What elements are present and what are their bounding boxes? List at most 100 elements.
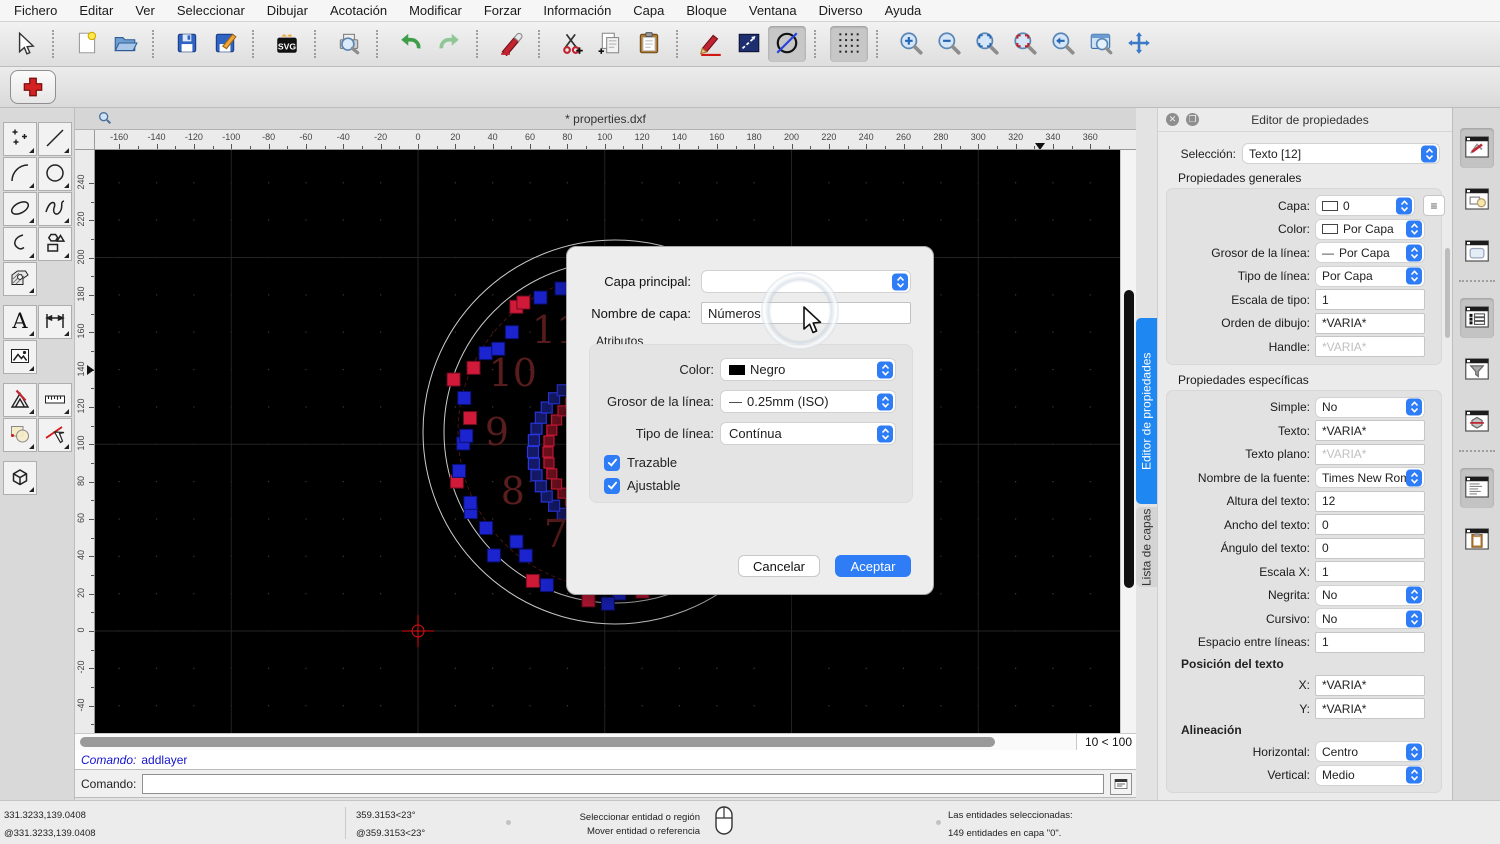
dropdown-stepper[interactable] [877, 425, 893, 442]
paste-button[interactable] [630, 26, 668, 62]
dropdown-stepper[interactable] [877, 361, 893, 378]
dock-view-list-button[interactable] [1460, 232, 1494, 272]
document-titlebar[interactable]: * properties.dxf [75, 108, 1136, 130]
panel-scrollbar-thumb[interactable] [1445, 248, 1450, 338]
dropdown-stepper[interactable] [1406, 469, 1422, 486]
prop-field-texto[interactable]: *VARIA* [1315, 420, 1425, 441]
zoom-previous-button[interactable] [1044, 26, 1082, 62]
add-entity-button[interactable] [10, 70, 56, 104]
menu-editar[interactable]: Editar [79, 3, 113, 18]
save-as-button[interactable] [206, 26, 244, 62]
zoom-select-button[interactable] [1006, 26, 1044, 62]
dropdown-stepper[interactable] [1406, 244, 1422, 261]
prop-field-handle[interactable]: *VARIA* [1315, 336, 1425, 357]
prop-field-y[interactable]: *VARIA* [1315, 698, 1425, 719]
prop-field-espacio-entre-lineas[interactable]: 1 [1315, 632, 1425, 653]
menu-ver[interactable]: Ver [135, 3, 155, 18]
vertical-scrollbar-thumb[interactable] [1124, 290, 1134, 588]
menu-fichero[interactable]: Fichero [14, 3, 57, 18]
dropdown-stepper[interactable] [1406, 221, 1422, 238]
panel-float-icon[interactable]: ❐ [1186, 113, 1199, 126]
prop-field-cursivo[interactable]: No [1315, 608, 1425, 629]
new-file-button[interactable] [68, 26, 106, 62]
cancel-button[interactable]: Cancelar [738, 555, 820, 577]
delete-entity-button[interactable] [492, 26, 530, 62]
dock-command-line-button[interactable] [1460, 468, 1494, 508]
zoom-window-button[interactable] [1082, 26, 1120, 62]
command-input[interactable] [142, 774, 1104, 794]
panel-close-icon[interactable]: ✕ [1166, 113, 1179, 126]
print-preview-button[interactable] [330, 26, 368, 62]
cad-tools-tool[interactable] [3, 383, 37, 417]
prop-field-escala-de-tipo[interactable]: 1 [1315, 289, 1425, 310]
dropdown-stepper[interactable] [1396, 197, 1412, 214]
command-options-button[interactable] [1110, 773, 1132, 795]
copy-button[interactable] [592, 26, 630, 62]
prop-field-ancho-del-texto[interactable]: 0 [1315, 514, 1425, 535]
menu-forzar[interactable]: Forzar [484, 3, 522, 18]
prop-field-horizontal[interactable]: Centro [1315, 741, 1425, 762]
save-button[interactable] [168, 26, 206, 62]
prop-field-angulo-del-texto[interactable]: 0 [1315, 538, 1425, 559]
dock-layer-list-button[interactable] [1460, 298, 1494, 338]
ellipse-tool[interactable] [3, 192, 37, 226]
prop-field-capa[interactable]: 0 [1315, 195, 1415, 216]
dropdown-stepper[interactable] [1421, 145, 1437, 162]
grid-toggle-button[interactable] [830, 26, 868, 62]
vertical-scrollbar[interactable] [1120, 150, 1136, 733]
undo-button[interactable] [392, 26, 430, 62]
arc-tool[interactable] [3, 157, 37, 191]
accept-button[interactable]: Aceptar [835, 555, 911, 577]
layer-menu-button[interactable]: ≡ [1423, 195, 1445, 216]
select-entity-tool[interactable] [38, 418, 72, 452]
dropdown-stepper[interactable] [1406, 767, 1422, 784]
color-select[interactable]: Negro [720, 358, 896, 381]
svg-export-button[interactable]: SVG [268, 26, 306, 62]
dimension-tool[interactable] [38, 305, 72, 339]
open-folder-button[interactable] [106, 26, 144, 62]
prop-field-tipo-de-linea[interactable]: Por Capa [1315, 266, 1425, 287]
prop-field-nombre-de-la-fuente[interactable]: Times New Roma [1315, 467, 1425, 488]
points-tool[interactable] [3, 122, 37, 156]
measure-tool[interactable] [38, 383, 72, 417]
prop-field-simple[interactable]: No [1315, 397, 1425, 418]
prop-field-orden-de-dibujo[interactable]: *VARIA* [1315, 313, 1425, 334]
menu-informacion[interactable]: Información [543, 3, 611, 18]
prop-field-negrita[interactable]: No [1315, 585, 1425, 606]
dropdown-stepper[interactable] [1406, 743, 1422, 760]
horizontal-scrollbar[interactable] [75, 733, 1077, 750]
prop-field-x[interactable]: *VARIA* [1315, 675, 1425, 696]
snappable-checkbox[interactable] [604, 478, 620, 494]
prop-field-color[interactable]: Por Capa [1315, 219, 1425, 240]
line-tool[interactable] [38, 122, 72, 156]
selection-select[interactable]: Texto [12] [1242, 143, 1440, 164]
prop-field-texto-plano[interactable]: *VARIA* [1315, 444, 1425, 465]
dropdown-stepper[interactable] [1406, 268, 1422, 285]
menu-seleccionar[interactable]: Seleccionar [177, 3, 245, 18]
text-tool[interactable]: A [3, 305, 37, 339]
tab-layer-list[interactable]: Lista de capas [1136, 507, 1157, 587]
prop-field-altura-del-texto[interactable]: 12 [1315, 491, 1425, 512]
menu-dibujar[interactable]: Dibujar [267, 3, 308, 18]
dock-block-list-button[interactable] [1460, 180, 1494, 220]
linetype-select[interactable]: Contínua [720, 422, 896, 445]
zoom-pan-button[interactable] [1120, 26, 1158, 62]
menu-acotacion[interactable]: Acotación [330, 3, 387, 18]
menu-bloque[interactable]: Bloque [686, 3, 726, 18]
cut-button[interactable] [554, 26, 592, 62]
pointer-button[interactable] [6, 26, 44, 62]
polyline-tool[interactable] [3, 227, 37, 261]
prop-field-grosor-de-la-linea[interactable]: —Por Capa [1315, 242, 1425, 263]
menu-ayuda[interactable]: Ayuda [885, 3, 922, 18]
dock-selection-filter-button[interactable] [1460, 350, 1494, 390]
draw-pencil-button[interactable] [692, 26, 730, 62]
circle-tool[interactable] [38, 157, 72, 191]
menu-ventana[interactable]: Ventana [749, 3, 797, 18]
tab-property-editor[interactable]: Editor de propiedades [1136, 318, 1157, 504]
parent-layer-select[interactable] [701, 270, 911, 293]
dropdown-stepper[interactable] [1406, 610, 1422, 627]
hatch-tool[interactable] [3, 262, 37, 296]
line-properties-button[interactable] [730, 26, 768, 62]
dock-property-editor-button[interactable] [1460, 128, 1494, 168]
menu-diverso[interactable]: Diverso [819, 3, 863, 18]
